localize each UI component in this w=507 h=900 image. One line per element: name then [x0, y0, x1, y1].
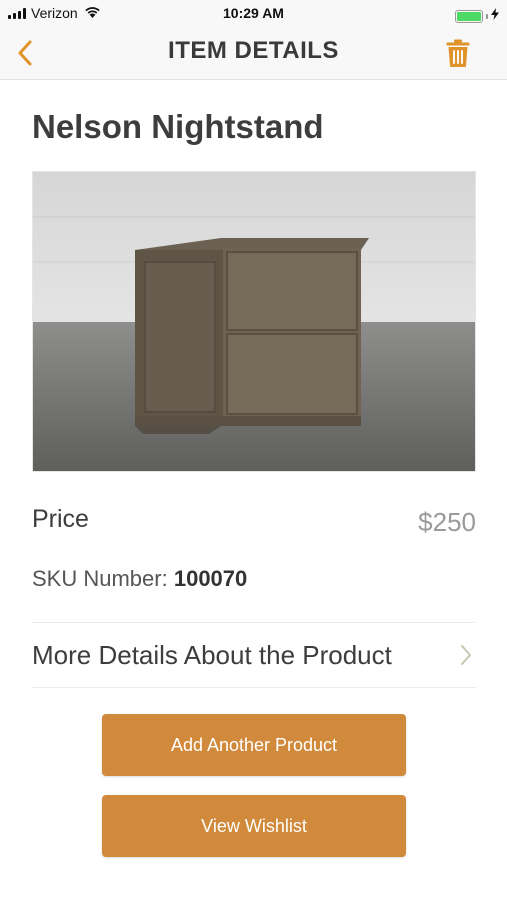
product-name: Nelson Nightstand — [32, 108, 324, 145]
status-right — [455, 7, 499, 25]
price-row: Price $250 — [32, 505, 476, 541]
charging-bolt-icon — [491, 7, 499, 25]
sku-value: 100070 — [173, 566, 248, 591]
page-title: ITEM DETAILS — [168, 37, 339, 64]
trash-icon — [446, 39, 470, 67]
price-label: Price — [32, 505, 89, 533]
sku-label: SKU Number: — [32, 566, 168, 591]
view-wishlist-button[interactable]: View Wishlist — [102, 795, 406, 857]
product-image — [32, 171, 476, 472]
add-another-product-button[interactable]: Add Another Product — [102, 714, 406, 776]
more-details-label: More Details About the Product — [32, 640, 392, 670]
delete-button[interactable] — [443, 37, 473, 69]
more-details-row[interactable]: More Details About the Product — [32, 640, 476, 676]
battery-level-fill — [457, 11, 481, 21]
nightstand-photo — [33, 172, 475, 471]
divider — [32, 687, 476, 688]
status-bar: Verizon 10:29 AM — [0, 0, 507, 28]
chevron-right-icon — [460, 644, 472, 671]
battery-tip — [486, 13, 488, 19]
battery-icon — [455, 9, 483, 23]
divider — [32, 622, 476, 623]
navigation-bar: ITEM DETAILS — [0, 28, 507, 80]
price-value: $250 — [418, 507, 476, 537]
sku-row: SKU Number: 100070 — [32, 566, 476, 592]
clock-time: 10:29 AM — [223, 5, 284, 21]
